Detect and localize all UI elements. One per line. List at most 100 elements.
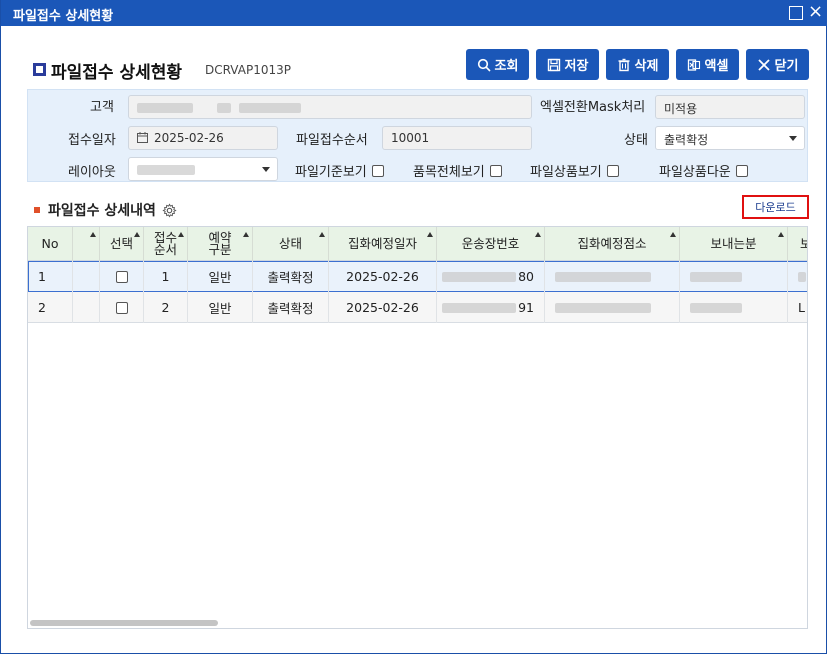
- col-sender[interactable]: 보내는분: [680, 227, 788, 261]
- col-pickup-branch[interactable]: 집화예정점소: [545, 227, 680, 261]
- col-select[interactable]: 선택: [100, 227, 144, 261]
- calendar-icon: [137, 132, 148, 143]
- page-code: DCRVAP1013P: [205, 63, 291, 77]
- table-row[interactable]: 1 1 일반 출력확정 2025-02-26 80: [28, 261, 807, 292]
- sort-up-icon: [319, 232, 325, 237]
- masked-value: [690, 302, 742, 313]
- excel-mask-field: 미적용: [655, 95, 805, 119]
- chevron-down-icon: [262, 167, 270, 172]
- cell-select[interactable]: [100, 292, 144, 323]
- sort-up-icon: [178, 232, 184, 237]
- table-row[interactable]: 2 2 일반 출력확정 2025-02-26 91 L: [28, 292, 807, 323]
- horizontal-scrollbar[interactable]: [30, 620, 218, 626]
- sort-up-icon: [427, 232, 433, 237]
- layout-select[interactable]: [128, 157, 278, 181]
- status-label: 상태: [624, 133, 648, 148]
- cell-extra: L: [788, 292, 807, 323]
- cell-pickup-branch: [545, 292, 680, 323]
- filter-panel: 고객 엑셀전환Mask처리 미적용 접수일자 2025-02-26 파일접수순서…: [27, 89, 808, 182]
- col-no[interactable]: No: [28, 227, 73, 261]
- masked-value: [690, 271, 742, 282]
- col-waybill[interactable]: 운송장번호: [437, 227, 545, 261]
- col-seq[interactable]: 접수 순서: [144, 227, 188, 261]
- masked-value: [137, 102, 193, 113]
- all-items-checkbox[interactable]: 품목전체보기: [413, 161, 502, 180]
- cell-waybill: 91: [437, 292, 545, 323]
- maximize-icon[interactable]: [789, 6, 803, 20]
- cell-select[interactable]: [100, 261, 144, 292]
- file-products-checkbox[interactable]: 파일상품보기: [530, 161, 619, 180]
- download-button-label: 다운로드: [755, 201, 796, 214]
- close-button-label: 닫기: [774, 59, 799, 74]
- gear-icon[interactable]: [162, 202, 177, 218]
- masked-value: [555, 302, 651, 313]
- sort-up-icon: [134, 232, 140, 237]
- all-items-label: 품목전체보기: [413, 165, 485, 180]
- search-button[interactable]: 조회: [466, 49, 529, 80]
- file-basis-label: 파일기준보기: [295, 165, 367, 180]
- section-header: 파일접수 상세내역: [34, 200, 177, 220]
- cell-reserve: 일반: [188, 292, 253, 323]
- bullet-icon: [34, 207, 40, 213]
- cell-blank: [73, 261, 100, 292]
- title-bar: 파일접수 상세현황 ×: [1, 0, 827, 26]
- cell-sender: [680, 292, 788, 323]
- window-title: 파일접수 상세현황: [13, 9, 114, 24]
- customer-field[interactable]: [128, 95, 532, 119]
- row-checkbox[interactable]: [115, 301, 128, 314]
- status-value: 출력확정: [664, 133, 709, 147]
- delete-button[interactable]: 삭제: [606, 49, 669, 80]
- sort-up-icon: [90, 232, 96, 237]
- excel-icon: [687, 58, 700, 71]
- receipt-date-value: 2025-02-26: [154, 131, 224, 145]
- masked-value: [442, 271, 517, 282]
- masked-value: [137, 164, 195, 175]
- cell-status: 출력확정: [253, 292, 329, 323]
- floppy-icon: [547, 58, 560, 71]
- download-button[interactable]: 다운로드: [742, 195, 809, 219]
- excel-mask-value: 미적용: [664, 102, 698, 116]
- excel-button-label: 액셀: [704, 59, 729, 74]
- col-pickup-date[interactable]: 집화예정일자: [329, 227, 437, 261]
- checkbox[interactable]: [606, 164, 619, 177]
- masked-value: [798, 271, 806, 282]
- status-select[interactable]: 출력확정: [655, 126, 805, 150]
- popup-window: 파일접수 상세현황 × 파일접수 상세현황 DCRVAP1013P 조회 저장 …: [0, 0, 827, 654]
- grid-header: No 선택 접수 순서 예약 구분 상태 집화예정일자 운송장번호 집화예정점소…: [28, 227, 807, 261]
- sort-up-icon: [243, 232, 249, 237]
- row-checkbox[interactable]: [115, 270, 128, 283]
- col-reserve[interactable]: 예약 구분: [188, 227, 253, 261]
- col-status[interactable]: 상태: [253, 227, 329, 261]
- masked-value: [216, 102, 231, 113]
- save-button[interactable]: 저장: [536, 49, 599, 80]
- file-basis-checkbox[interactable]: 파일기준보기: [295, 161, 384, 180]
- file-seq-label: 파일접수순서: [296, 133, 368, 148]
- col-extra[interactable]: 보: [788, 227, 807, 261]
- checkbox[interactable]: [489, 164, 502, 177]
- cell-pickup-date: 2025-02-26: [329, 261, 437, 292]
- masked-value: [238, 102, 301, 113]
- sort-up-icon: [535, 232, 541, 237]
- excel-button[interactable]: 액셀: [676, 49, 739, 80]
- cell-seq: 1: [144, 261, 188, 292]
- cell-pickup-branch: [545, 261, 680, 292]
- delete-button-label: 삭제: [634, 59, 659, 74]
- cell-blank: [73, 292, 100, 323]
- detail-grid: No 선택 접수 순서 예약 구분 상태 집화예정일자 운송장번호 집화예정점소…: [27, 226, 808, 629]
- file-product-download-checkbox[interactable]: 파일상품다운: [659, 161, 748, 180]
- close-window-icon[interactable]: ×: [808, 3, 824, 21]
- cell-waybill: 80: [437, 261, 545, 292]
- cell-seq: 2: [144, 292, 188, 323]
- search-icon: [477, 58, 491, 72]
- excel-mask-label: 엑셀전환Mask처리: [540, 100, 646, 115]
- cell-sender: [680, 261, 788, 292]
- checkbox[interactable]: [371, 164, 384, 177]
- receipt-date-field[interactable]: 2025-02-26: [128, 126, 278, 150]
- masked-value: [555, 271, 651, 282]
- checkbox[interactable]: [735, 164, 748, 177]
- close-button[interactable]: 닫기: [746, 49, 809, 80]
- col-blank[interactable]: [73, 227, 100, 261]
- cell-no: 1: [28, 261, 73, 292]
- receipt-date-label: 접수일자: [68, 133, 116, 148]
- section-title: 파일접수 상세내역: [48, 203, 156, 219]
